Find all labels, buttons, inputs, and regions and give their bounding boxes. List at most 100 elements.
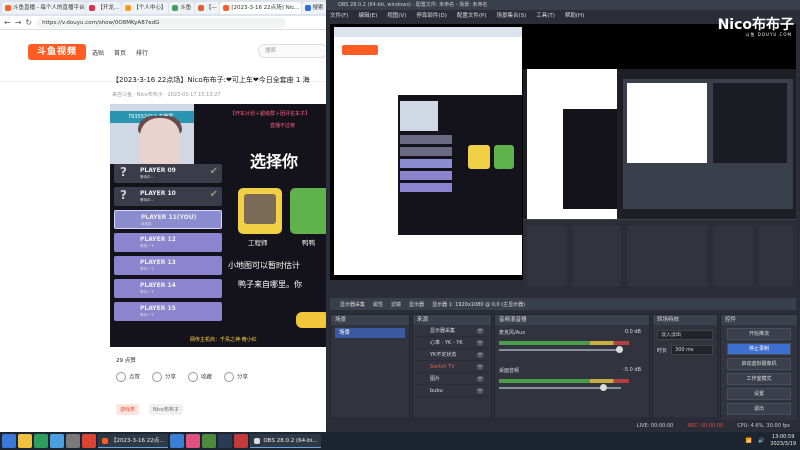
transition-select[interactable]: 淡入淡出 bbox=[657, 330, 713, 340]
menu-item[interactable]: 配置文件(P) bbox=[457, 10, 487, 22]
menu-item[interactable]: 停靠部件(D) bbox=[416, 10, 447, 22]
nav-item[interactable]: 排行 bbox=[136, 48, 148, 57]
favorite-button[interactable]: 收藏 bbox=[188, 372, 212, 382]
start-streaming-button[interactable]: 开始推流 bbox=[727, 328, 791, 340]
eye-icon[interactable]: 👁 bbox=[476, 326, 484, 337]
browser-tab[interactable]: 斗鱼直播 - 每个人的直播平台 bbox=[2, 2, 86, 14]
volume-slider[interactable] bbox=[499, 349, 621, 351]
watermark-text: Nico布布子 bbox=[717, 17, 794, 33]
obs-statusbar: LIVE: 00:00:00 REC: 00:00:00 CPU: 4.6%, … bbox=[326, 420, 800, 432]
source-item[interactable]: 显示器采集 👁 bbox=[416, 326, 488, 337]
menu-item[interactable]: 工具(T) bbox=[536, 10, 555, 22]
tag[interactable]: 游戏类 bbox=[116, 404, 140, 415]
source-item[interactable]: bubu 👁 bbox=[416, 386, 488, 397]
slider-handle[interactable] bbox=[616, 346, 623, 353]
source-item[interactable]: 图片 👁 bbox=[416, 374, 488, 385]
app-icon[interactable] bbox=[66, 434, 80, 448]
transitions-dock: 转场特效 淡入淡出 时长300 ms +🗑⋮ bbox=[652, 314, 718, 432]
menu-item[interactable]: 编辑(E) bbox=[358, 10, 377, 22]
preview-card bbox=[468, 145, 490, 169]
eye-icon[interactable]: 👁 bbox=[476, 362, 484, 373]
clock-date: 2023/3/19 bbox=[770, 441, 796, 447]
douyu-logo[interactable]: 斗鱼视频 bbox=[28, 44, 86, 60]
app-icon[interactable] bbox=[50, 434, 64, 448]
source-item[interactable]: Switch TV 👁 bbox=[416, 362, 488, 373]
preview-inner-capture bbox=[627, 83, 707, 163]
like-button[interactable]: 点赞 bbox=[116, 372, 140, 382]
mixer-dock: 音频混音器 麦克风/Aux 0.0 dB 桌面音频 -5.0 dB ⚲⋮ bbox=[494, 314, 650, 432]
menu-item[interactable]: 视图(V) bbox=[387, 10, 406, 22]
menu-item[interactable]: 文件(F) bbox=[330, 10, 348, 22]
start-icon[interactable] bbox=[2, 434, 16, 448]
share-button[interactable]: 分享 bbox=[152, 372, 176, 382]
browser-tab[interactable]: 【— bbox=[194, 2, 220, 14]
game-button bbox=[296, 312, 326, 328]
menu-item[interactable]: 场景集合(S) bbox=[496, 10, 526, 22]
back-icon[interactable]: ← bbox=[4, 17, 11, 29]
app-icon[interactable] bbox=[234, 434, 249, 448]
nav-item[interactable]: 选贴 bbox=[92, 48, 104, 57]
post-title: 【2023-3-16 22点场】Nico布布子:❤可上车❤今日全套座 1 海 bbox=[112, 76, 310, 84]
sources-dock: 来源 显示器采集 👁 心率 - YK - YK 👁 YK不定状态 👁 Switch T… bbox=[412, 314, 492, 432]
browser-tab[interactable]: 搜索 bbox=[301, 2, 326, 14]
forward-button[interactable]: 分享 bbox=[224, 372, 248, 382]
obs-icon bbox=[254, 437, 261, 444]
dock-title: 来源 bbox=[413, 315, 491, 325]
source-item[interactable]: 心率 - YK - YK 👁 bbox=[416, 338, 488, 349]
properties-button[interactable]: 属性 bbox=[373, 301, 383, 308]
search-icon bbox=[304, 5, 311, 11]
douyu-icon bbox=[197, 5, 204, 11]
studio-mode-button[interactable]: 工作室模式 bbox=[727, 373, 791, 385]
network-icon[interactable]: 📶 bbox=[746, 438, 752, 444]
browser-tab-active[interactable]: [2023-3-16 22点场] Nic... bbox=[220, 2, 301, 14]
video-tip: 鸭子来自哪里。你 bbox=[238, 280, 302, 289]
chrome-icon[interactable] bbox=[82, 434, 96, 448]
preview-panel bbox=[713, 226, 753, 286]
app-icon[interactable] bbox=[170, 434, 185, 448]
folder-icon[interactable] bbox=[18, 434, 32, 448]
menu-item[interactable]: 帮助(H) bbox=[565, 10, 584, 22]
watermark-brand: 斗鱼 DOUYU.COM bbox=[745, 32, 792, 37]
app-icon[interactable] bbox=[186, 434, 201, 448]
player-row: PLAYER 14 等待一下 bbox=[114, 279, 222, 298]
clock[interactable]: 13:00:59 2023/3/19 bbox=[770, 434, 796, 448]
scene-item[interactable]: 场景 bbox=[335, 328, 405, 338]
eye-icon[interactable]: 👁 bbox=[476, 350, 484, 361]
preview-inner-obs bbox=[623, 79, 793, 209]
source-item[interactable]: YK不定状态 👁 bbox=[416, 350, 488, 361]
slider-handle[interactable] bbox=[600, 384, 607, 391]
taskbar-app-obs[interactable]: OBS 28.0.2 (64-bi... bbox=[250, 434, 322, 448]
nav-item[interactable]: 首页 bbox=[114, 48, 126, 57]
url-field[interactable]: https://v.douyu.com/show/0O8MKyA87edG bbox=[36, 17, 286, 28]
stop-recording-button[interactable]: 停止录制 bbox=[727, 343, 791, 355]
forward-icon[interactable]: → bbox=[15, 17, 22, 29]
reload-icon[interactable]: ↻ bbox=[25, 17, 32, 29]
search-input[interactable]: 搜索 bbox=[258, 44, 326, 58]
obs-preview[interactable] bbox=[330, 24, 796, 299]
browser-tab[interactable]: 斗鱼 bbox=[169, 2, 194, 14]
player-status: 等待一下 bbox=[140, 267, 154, 271]
app-icon[interactable] bbox=[34, 434, 48, 448]
channel-db: 0.0 dB bbox=[624, 329, 641, 335]
filters-button[interactable]: 滤镜 bbox=[391, 301, 401, 308]
duration-input[interactable]: 300 ms bbox=[671, 345, 713, 355]
eye-icon[interactable]: 👁 bbox=[476, 386, 484, 397]
exit-button[interactable]: 退出 bbox=[727, 403, 791, 415]
browser-tab[interactable]: 【开龙... bbox=[86, 2, 122, 14]
video-player[interactable]: 793552412 主播屏 【开车计划＋超级群＋团评名车子】 直播不过夜 ?PL… bbox=[110, 104, 326, 347]
virtual-camera-button[interactable]: 启动虚拟摄像机 bbox=[727, 358, 791, 370]
settings-button[interactable]: 设置 bbox=[727, 388, 791, 400]
display-label: 显示器 bbox=[409, 301, 425, 308]
post-meta: 来自斗鱼 · Nico布布子 · 2023-03-17 15:13:27 bbox=[112, 92, 221, 98]
eye-icon[interactable]: 👁 bbox=[476, 374, 484, 385]
like-count: 29 点赞 bbox=[116, 356, 136, 364]
volume-icon[interactable]: 🔊 bbox=[758, 438, 764, 444]
steam-icon[interactable] bbox=[218, 434, 233, 448]
display-select[interactable]: 显示器 1: 1920x1080 @ 0,0 (主显示器) bbox=[432, 301, 525, 308]
taskbar-app-browser[interactable]: 【2023-3-16 22点... bbox=[98, 434, 169, 448]
browser-tab[interactable]: 【个人中心】 bbox=[122, 2, 169, 14]
eye-icon[interactable]: 👁 bbox=[476, 338, 484, 349]
app-icon[interactable] bbox=[202, 434, 217, 448]
tag[interactable]: Nico布布子 bbox=[149, 404, 183, 415]
douyu-icon bbox=[125, 5, 132, 11]
